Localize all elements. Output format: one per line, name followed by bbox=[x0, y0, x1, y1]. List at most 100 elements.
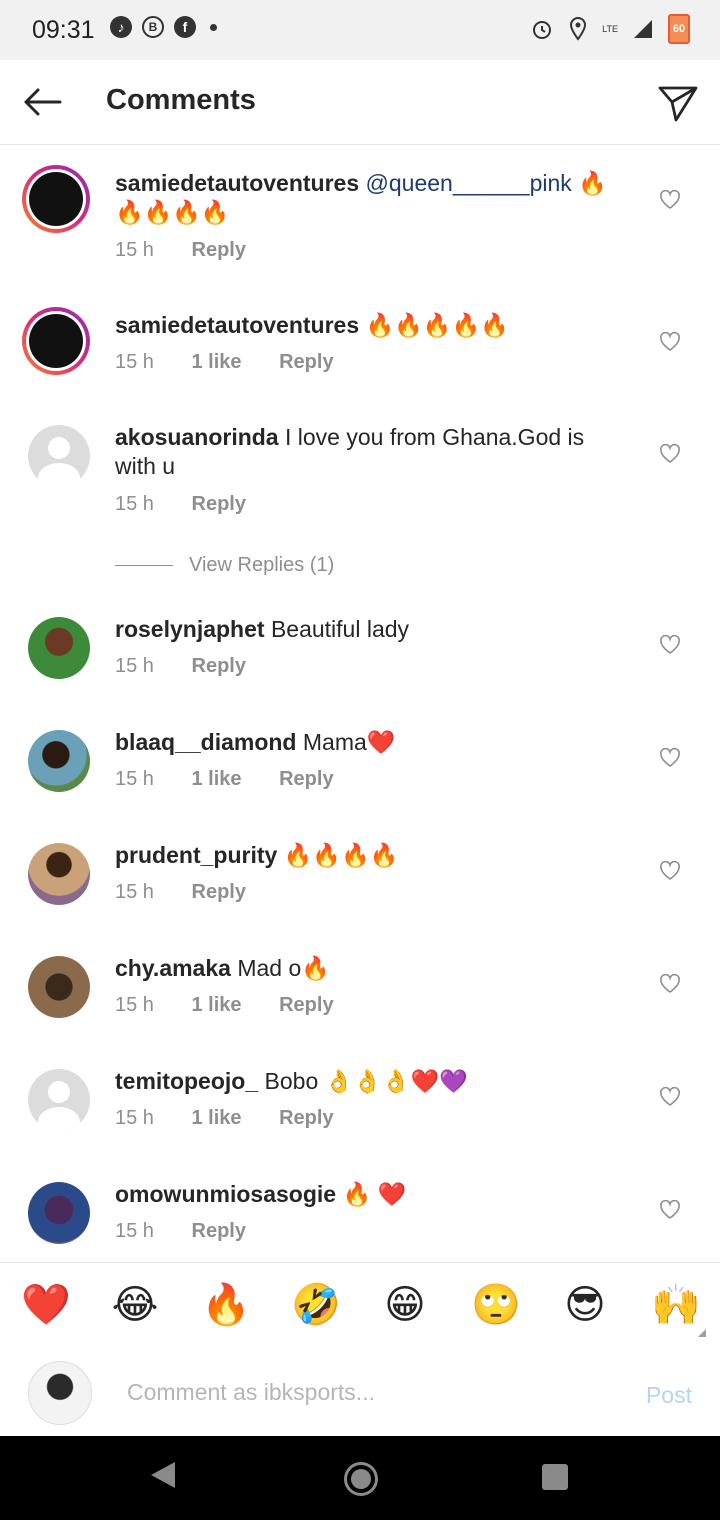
reply-button[interactable]: Reply bbox=[279, 768, 333, 790]
like-heart-icon[interactable] bbox=[659, 974, 681, 994]
raised-hands-emoji-button[interactable]: 🙌 bbox=[651, 1281, 701, 1329]
comment-time: 15 h bbox=[115, 881, 154, 903]
reply-button[interactable]: Reply bbox=[279, 994, 333, 1016]
like-heart-icon[interactable] bbox=[659, 190, 681, 210]
avatar[interactable] bbox=[22, 307, 90, 375]
comment-username[interactable]: blaaq__diamond bbox=[115, 729, 296, 755]
fire-emoji-button[interactable]: 🔥 bbox=[201, 1281, 251, 1329]
comment-body: 🔥🔥🔥🔥 bbox=[283, 842, 399, 868]
avatar[interactable] bbox=[28, 730, 90, 792]
nav-home-icon[interactable] bbox=[344, 1462, 378, 1496]
like-heart-icon[interactable] bbox=[659, 1200, 681, 1220]
notification-icons: ♪ B f bbox=[110, 16, 217, 38]
comment-username[interactable]: roselynjaphet bbox=[115, 616, 265, 642]
like-heart-icon[interactable] bbox=[659, 1087, 681, 1107]
like-heart-icon[interactable] bbox=[659, 444, 681, 464]
tiktok-icon: ♪ bbox=[110, 16, 132, 38]
direct-share-icon[interactable] bbox=[656, 80, 700, 124]
app-header: Comments bbox=[0, 60, 720, 145]
comment-time: 15 h bbox=[115, 994, 154, 1016]
comment-text: blaaq__diamond Mama❤️ bbox=[115, 728, 625, 757]
reply-button[interactable]: Reply bbox=[192, 239, 246, 261]
comment-body: 🔥🔥🔥🔥🔥 bbox=[365, 312, 509, 338]
likes-count[interactable]: 1 like bbox=[192, 1107, 242, 1129]
comment-mention[interactable]: @queen______pink bbox=[366, 170, 572, 196]
my-avatar bbox=[28, 1361, 92, 1425]
brand-logo bbox=[29, 172, 83, 226]
likes-count[interactable]: 1 like bbox=[192, 351, 242, 373]
comment-text: temitopeojo_ Bobo 👌👌👌❤️💜 bbox=[115, 1067, 625, 1096]
view-replies-label: View Replies (1) bbox=[189, 554, 335, 576]
tears-of-joy-emoji-button[interactable]: 😂 bbox=[111, 1281, 159, 1329]
alarm-icon bbox=[533, 21, 552, 39]
avatar[interactable] bbox=[28, 1069, 90, 1131]
comment-text: prudent_purity 🔥🔥🔥🔥 bbox=[115, 841, 625, 870]
comment-username[interactable]: samiedetautoventures bbox=[115, 170, 359, 196]
heart-emoji-button[interactable]: ❤️ bbox=[21, 1281, 71, 1329]
avatar[interactable] bbox=[28, 956, 90, 1018]
likes-count[interactable]: 1 like bbox=[192, 994, 242, 1016]
avatar[interactable] bbox=[28, 425, 90, 487]
comment-meta: 15 h 1 like Reply bbox=[115, 994, 366, 1017]
comment-meta: 15 h Reply bbox=[115, 881, 278, 904]
b-app-icon: B bbox=[142, 16, 164, 38]
comment-text: samiedetautoventures @queen______pink 🔥 … bbox=[115, 169, 625, 227]
comment-time: 15 h bbox=[115, 1107, 154, 1129]
comment-body: Beautiful lady bbox=[270, 616, 410, 642]
more-notifications-icon bbox=[210, 23, 217, 31]
like-heart-icon[interactable] bbox=[659, 861, 681, 881]
comment-username[interactable]: temitopeojo_ bbox=[115, 1068, 258, 1094]
like-heart-icon[interactable] bbox=[659, 332, 681, 352]
comment-meta: 15 h Reply bbox=[115, 493, 278, 516]
rofl-emoji-button[interactable]: 🤣 bbox=[291, 1281, 341, 1329]
comment-time: 15 h bbox=[115, 1220, 154, 1242]
reply-button[interactable]: Reply bbox=[192, 493, 246, 515]
like-heart-icon[interactable] bbox=[659, 748, 681, 768]
comment-time: 15 h bbox=[115, 655, 154, 677]
comment-text: chy.amaka Mad o🔥 bbox=[115, 954, 625, 983]
comment-text: samiedetautoventures 🔥🔥🔥🔥🔥 bbox=[115, 311, 625, 340]
avatar[interactable] bbox=[28, 617, 90, 679]
nav-recents-icon[interactable] bbox=[542, 1464, 568, 1490]
comment-text: roselynjaphet Beautiful lady bbox=[115, 615, 625, 644]
view-replies-button[interactable]: View Replies (1) bbox=[115, 554, 334, 577]
grin-emoji-button[interactable]: 😁 bbox=[381, 1281, 429, 1329]
avatar[interactable] bbox=[22, 165, 90, 233]
reply-button[interactable]: Reply bbox=[279, 351, 333, 373]
reply-button[interactable]: Reply bbox=[192, 1220, 246, 1242]
comment-username[interactable]: samiedetautoventures bbox=[115, 312, 359, 338]
avatar[interactable] bbox=[28, 1182, 90, 1244]
comment-username[interactable]: prudent_purity bbox=[115, 842, 277, 868]
comments-list[interactable]: samiedetautoventures @queen______pink 🔥 … bbox=[0, 145, 720, 1262]
nav-back-icon[interactable] bbox=[151, 1462, 175, 1488]
comment-meta: 15 h 1 like Reply bbox=[115, 351, 366, 374]
emoji-quick-bar: ❤️ 😂 🔥 🤣 😁 🙄 😎 🙌 bbox=[0, 1262, 720, 1350]
likes-count[interactable]: 1 like bbox=[192, 768, 242, 790]
comment-time: 15 h bbox=[115, 239, 154, 261]
comment-body: 🔥 ❤️ bbox=[342, 1181, 407, 1207]
system-nav-bar bbox=[0, 1436, 720, 1520]
network-type: LTE bbox=[602, 24, 618, 34]
location-icon bbox=[570, 16, 587, 41]
divider bbox=[115, 565, 173, 567]
comment-username[interactable]: chy.amaka bbox=[115, 955, 231, 981]
comment-username[interactable]: omowunmiosasogie bbox=[115, 1181, 336, 1207]
signal-icon bbox=[634, 20, 652, 38]
comment-meta: 15 h Reply bbox=[115, 655, 278, 678]
reply-button[interactable]: Reply bbox=[279, 1107, 333, 1129]
comment-meta: 15 h Reply bbox=[115, 1220, 278, 1243]
comment-meta: 15 h 1 like Reply bbox=[115, 1107, 366, 1130]
avatar[interactable] bbox=[28, 843, 90, 905]
sunglasses-emoji-button[interactable]: 😎 bbox=[561, 1281, 609, 1329]
comment-body: Mad o🔥 bbox=[237, 955, 330, 981]
back-arrow-icon[interactable] bbox=[20, 80, 64, 124]
reply-button[interactable]: Reply bbox=[192, 881, 246, 903]
like-heart-icon[interactable] bbox=[659, 635, 681, 655]
comment-input[interactable]: Comment as ibksports... bbox=[127, 1379, 375, 1406]
comment-meta: 15 h 1 like Reply bbox=[115, 768, 366, 791]
comment-username[interactable]: akosuanorinda bbox=[115, 424, 279, 450]
post-button[interactable]: Post bbox=[646, 1382, 692, 1409]
battery-icon: 60 bbox=[668, 14, 690, 44]
eye-roll-emoji-button[interactable]: 🙄 bbox=[471, 1281, 521, 1329]
reply-button[interactable]: Reply bbox=[192, 655, 246, 677]
